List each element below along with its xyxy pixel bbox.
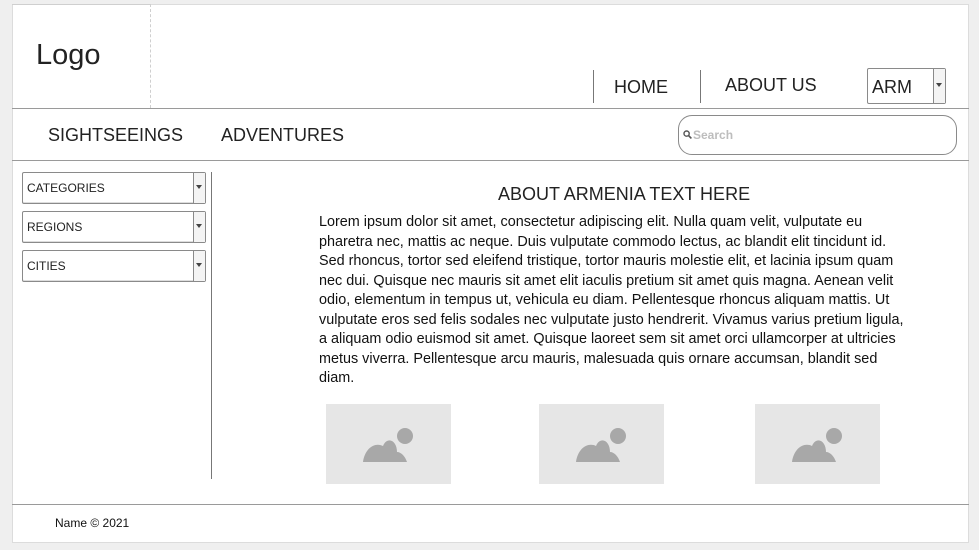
content-body-text: Lorem ipsum dolor sit amet, consectetur … [319,214,904,386]
search-input[interactable] [693,125,943,145]
menu-sightseeings-link[interactable]: SIGHTSEEINGS [48,125,183,146]
chevron-down-icon [196,224,202,228]
regions-label: REGIONS [27,220,83,234]
regions-select[interactable]: REGIONS [22,211,206,243]
menu-adventures-link[interactable]: ADVENTURES [221,125,344,146]
logo[interactable]: Logo [36,39,101,72]
logo-box[interactable]: Logo [12,4,151,108]
nav-home-link[interactable]: HOME [614,77,668,98]
language-dropdown-button[interactable] [933,69,945,103]
image-placeholder-icon [576,428,626,462]
language-select[interactable]: ARM [867,68,946,104]
image-placeholder [755,404,880,484]
language-value: ARM [872,77,912,97]
image-placeholder-icon [363,428,413,462]
menu-divider [12,160,969,161]
header-divider [12,108,969,109]
cities-label: CITIES [27,259,66,273]
image-placeholder [539,404,664,484]
sidebar-divider [211,172,212,479]
nav-about-us-link[interactable]: ABOUT US [725,75,817,96]
footer-copyright: Name © 2021 [55,516,130,530]
chevron-down-icon [936,83,942,87]
chevron-down-icon [196,185,202,189]
search-box[interactable] [678,115,957,155]
categories-select[interactable]: CATEGORIES [22,172,206,204]
nav-divider [593,70,594,103]
nav-divider [700,70,701,103]
cities-select[interactable]: CITIES [22,250,206,282]
cities-dropdown-button[interactable] [193,251,205,281]
categories-dropdown-button[interactable] [193,173,205,203]
search-icon [683,130,692,139]
categories-label: CATEGORIES [27,181,105,195]
page-title: ABOUT ARMENIA TEXT HERE [498,184,751,204]
footer-divider [12,504,969,505]
image-placeholder [326,404,451,484]
regions-dropdown-button[interactable] [193,212,205,242]
image-placeholder-icon [792,428,842,462]
chevron-down-icon [196,263,202,267]
